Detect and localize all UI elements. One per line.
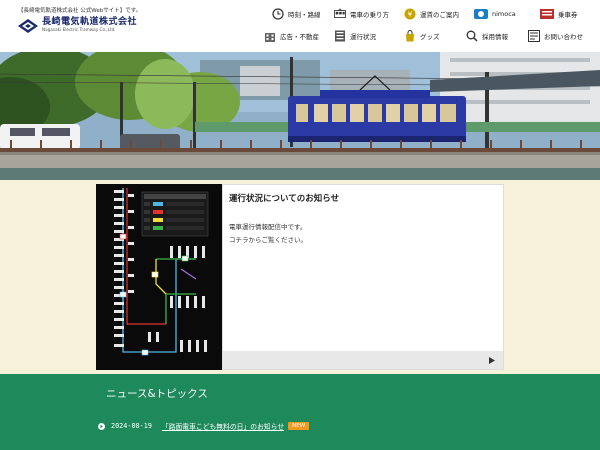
recruit-icon [466, 30, 478, 42]
site-tagline: 【長崎電気軌道株式会社 公式Webサイト】です。 [18, 8, 142, 14]
news-section: ニュース&トピックス 2024-08-19 「路面電車こども無料の日」のお知らせ… [0, 374, 600, 450]
notice-body: 電車運行情報配信中です。 コチラからご覧ください。 [229, 221, 307, 247]
logo-name-jp: 長崎電気軌道株式会社 [42, 17, 138, 27]
contact-form-icon [528, 30, 540, 42]
nav-row-1: 時刻・路線 電車の乗り方 ¥ 運賃のご案内 nimoca 乗車券 [264, 3, 600, 25]
play-icon[interactable] [487, 355, 497, 365]
nav-fare-info[interactable]: ¥ 運賃のご案内 [404, 3, 474, 25]
new-badge: NEW [288, 422, 310, 430]
notice-control-bar [223, 351, 503, 369]
middle-section: 運行状況についてのお知らせ 電車運行情報配信中です。 コチラからご覧ください。 [0, 180, 600, 374]
nav-ads-realestate[interactable]: 広告・不動産 [264, 25, 334, 47]
svg-text:¥: ¥ [408, 11, 413, 19]
nav-tickets[interactable]: 乗車券 [540, 3, 596, 25]
news-date: 2024-08-19 [111, 422, 152, 430]
route-status-map[interactable] [96, 184, 222, 370]
building-icon [264, 30, 276, 42]
notice-title: 運行状況についてのお知らせ [229, 194, 340, 204]
notice-line-2[interactable]: コチラからご覧ください。 [229, 234, 307, 247]
status-icon [334, 30, 346, 42]
goods-bag-icon [404, 30, 416, 42]
news-heading: ニュース&トピックス [106, 388, 208, 400]
nav-recruit[interactable]: 採用情報 [466, 25, 528, 47]
nav-nimoca[interactable]: nimoca [474, 3, 540, 25]
clock-icon [272, 8, 284, 20]
nav-service-status[interactable]: 運行状況 [334, 25, 404, 47]
nav-row-2: 広告・不動産 運行状況 グッズ 採用情報 お問い合わせ [264, 25, 600, 47]
chevron-right-icon [98, 422, 105, 430]
nav-how-to-ride[interactable]: 電車の乗り方 [334, 3, 404, 25]
global-nav: 時刻・路線 電車の乗り方 ¥ 運賃のご案内 nimoca 乗車券 広告・不動産 … [264, 3, 600, 47]
yen-coin-icon: ¥ [404, 8, 416, 20]
news-link[interactable]: 「路面電車こども無料の日」のお知らせ [162, 421, 284, 431]
news-item[interactable]: 2024-08-19 「路面電車こども無料の日」のお知らせ NEW [98, 421, 310, 431]
nimoca-card-icon [474, 8, 488, 20]
logo-name-en: Nagasaki Electric Tramway Co.,Ltd. [42, 27, 116, 32]
nav-goods[interactable]: グッズ [404, 25, 466, 47]
ticket-icon [540, 8, 554, 20]
site-logo[interactable]: 長崎電気軌道株式会社 Nagasaki Electric Tramway Co.… [18, 17, 137, 33]
notice-line-1: 電車運行情報配信中です。 [229, 223, 307, 231]
tram-icon [334, 8, 346, 20]
hero-tram-photo [0, 52, 600, 180]
site-header: 【長崎電気軌道株式会社 公式Webサイト】です。 長崎電気軌道株式会社 Naga… [0, 0, 600, 52]
service-notice-panel[interactable]: 運行状況についてのお知らせ 電車運行情報配信中です。 コチラからご覧ください。 [222, 184, 504, 370]
nav-contact[interactable]: お問い合わせ [528, 25, 592, 47]
logo-mark-icon [18, 18, 38, 33]
nav-timetable-route[interactable]: 時刻・路線 [272, 3, 334, 25]
